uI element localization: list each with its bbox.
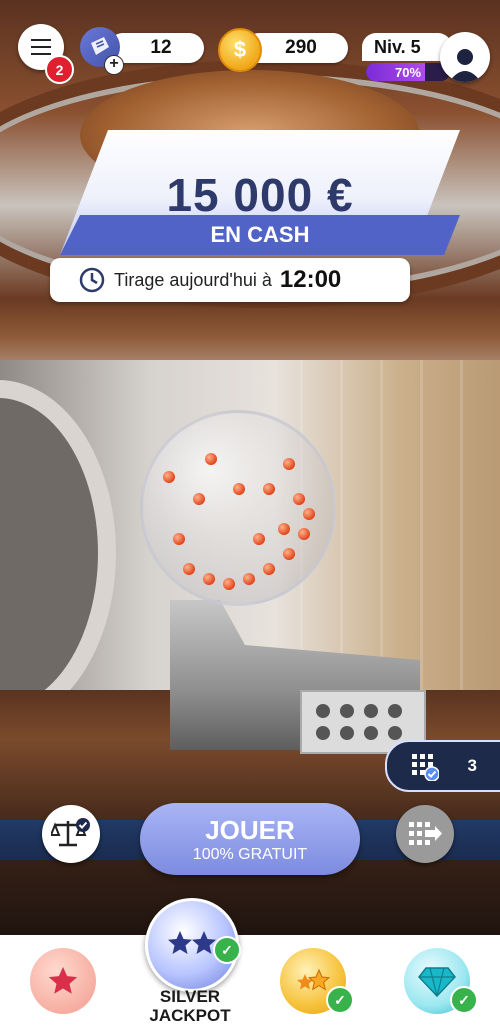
coins-count: 290 — [285, 37, 317, 58]
level-label: Niv. 5 — [362, 33, 452, 61]
hamburger-icon — [31, 39, 51, 55]
tickets-counter[interactable]: 12 — [108, 33, 204, 63]
diamond-icon — [418, 967, 456, 997]
grid-arrow-icon — [409, 822, 442, 845]
my-grids-counter[interactable]: 3 — [385, 740, 500, 792]
top-bar: 2 12 + 290 $ Niv. 5 70% — [0, 0, 500, 95]
dollar-coin-icon: $ — [218, 28, 262, 72]
draw-time-banner: Tirage aujourd'hui à 12:00 — [50, 258, 410, 302]
play-label: JOUER — [205, 814, 295, 845]
jackpot-subtitle: EN CASH — [210, 222, 310, 247]
add-tickets-icon[interactable]: + — [104, 55, 124, 75]
nav-active-label: SILVER JACKPOT — [120, 987, 260, 1025]
draw-label: Tirage aujourd'hui à — [114, 269, 272, 290]
silver-jackpot-check-icon: ✓ — [213, 936, 241, 964]
lottery-ball-sphere — [140, 410, 336, 606]
quick-grid-button[interactable] — [396, 805, 454, 863]
profile-avatar-button[interactable] — [440, 32, 490, 82]
grid-check-icon — [412, 754, 439, 781]
level-progress-text: 70% — [394, 64, 422, 80]
draw-time: 12:00 — [279, 266, 342, 293]
play-button[interactable]: JOUER 100% GRATUIT — [140, 803, 360, 875]
gold-stars-check-icon: ✓ — [326, 986, 354, 1014]
play-sublabel: 100% GRATUIT — [192, 845, 308, 863]
tickets-count: 12 — [150, 37, 172, 58]
rules-button[interactable] — [42, 805, 100, 863]
notification-badge: 2 — [45, 55, 74, 84]
grids-count: 3 — [467, 756, 477, 775]
jackpot-card: 15 000 € EN CASH — [60, 130, 460, 260]
user-avatar-icon — [449, 49, 481, 82]
clock-icon — [79, 267, 105, 293]
diamond-check-icon: ✓ — [450, 986, 478, 1014]
scales-icon — [51, 818, 90, 847]
star-icon — [48, 966, 78, 994]
nav-active-label-text: SILVER JACKPOT — [149, 987, 231, 1025]
jackpot-amount: 15 000 € — [166, 169, 354, 221]
nav-star-game[interactable] — [30, 948, 96, 1014]
